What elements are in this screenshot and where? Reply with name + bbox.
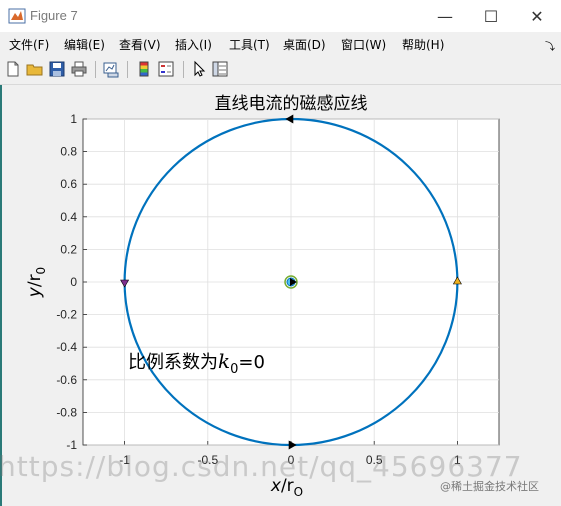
menu-insert[interactable]: 插入(I) (175, 36, 212, 53)
y-tick-label: 0.4 (60, 210, 77, 224)
y-tick-label: -0.6 (56, 373, 77, 387)
minimize-icon: — (437, 6, 453, 26)
toolbar-separator (95, 61, 96, 78)
y-tick-label: -0.4 (56, 340, 77, 354)
y-tick-label: 0 (70, 275, 77, 289)
chart-title: 直线电流的磁感应线 (215, 94, 368, 114)
chart: 直线电流的磁感应线 -1 -0.5 0 0.5 1-1-0.8-0.6-0.4-0.20… (25, 94, 500, 499)
y-axis-label: y/r0 (25, 267, 48, 298)
property-editor-icon[interactable] (211, 60, 229, 78)
menu-bar: 文件(F) 编辑(E) 查看(V) 插入(I) 工具(T) 桌面(D) 窗口(W… (0, 32, 561, 56)
y-tick-label: 0.8 (60, 145, 77, 159)
close-icon: ✕ (530, 6, 544, 26)
link-plot-icon[interactable] (102, 60, 120, 78)
y-tick-label: -0.8 (56, 405, 77, 419)
toolbar-separator (183, 61, 184, 78)
save-icon[interactable] (48, 60, 66, 78)
matlab-figure-icon (8, 8, 26, 24)
menu-window[interactable]: 窗口(W) (341, 36, 386, 53)
maximize-button[interactable]: ☐ (468, 0, 514, 32)
menu-tools[interactable]: 工具(T) (229, 36, 270, 53)
minimize-button[interactable]: — (422, 0, 468, 32)
open-file-icon[interactable] (26, 60, 44, 78)
menu-view[interactable]: 查看(V) (119, 36, 161, 53)
maximize-icon: ☐ (483, 6, 499, 26)
y-tick-label: 0.2 (60, 242, 77, 256)
colorbar-icon[interactable] (135, 60, 153, 78)
window-titlebar: Figure 7 — ☐ ✕ (0, 0, 561, 32)
annotation-subscript: 0 (230, 362, 238, 377)
annotation-prefix: 比例系数为 (128, 352, 218, 373)
menu-file[interactable]: 文件(F) (9, 36, 49, 53)
annotation-k: k (218, 349, 230, 373)
new-figure-icon[interactable] (4, 60, 22, 78)
y-tick-label: 0.6 (60, 177, 77, 191)
window-title: Figure 7 (30, 8, 78, 23)
y-tick-label: 1 (70, 112, 77, 126)
figure-toolbar (0, 56, 561, 85)
dock-arrow-icon[interactable]: ⤵ (545, 38, 555, 53)
annotation-group: 比例系数为k0=0 (128, 349, 265, 377)
annotation-suffix: =0 (238, 352, 265, 373)
menu-edit[interactable]: 编辑(E) (64, 36, 105, 53)
watermark-brand: @稀土掘金技术社区 (440, 480, 539, 493)
y-tick-label: -0.2 (56, 308, 77, 322)
menu-desktop[interactable]: 桌面(D) (283, 36, 326, 53)
legend-icon[interactable] (157, 60, 175, 78)
menu-help[interactable]: 帮助(H) (402, 36, 444, 53)
pointer-icon[interactable] (190, 60, 208, 78)
print-icon[interactable] (70, 60, 88, 78)
toolbar-separator (127, 61, 128, 78)
close-button[interactable]: ✕ (514, 0, 560, 32)
annotation-text: 比例系数为k0=0 (128, 349, 265, 377)
